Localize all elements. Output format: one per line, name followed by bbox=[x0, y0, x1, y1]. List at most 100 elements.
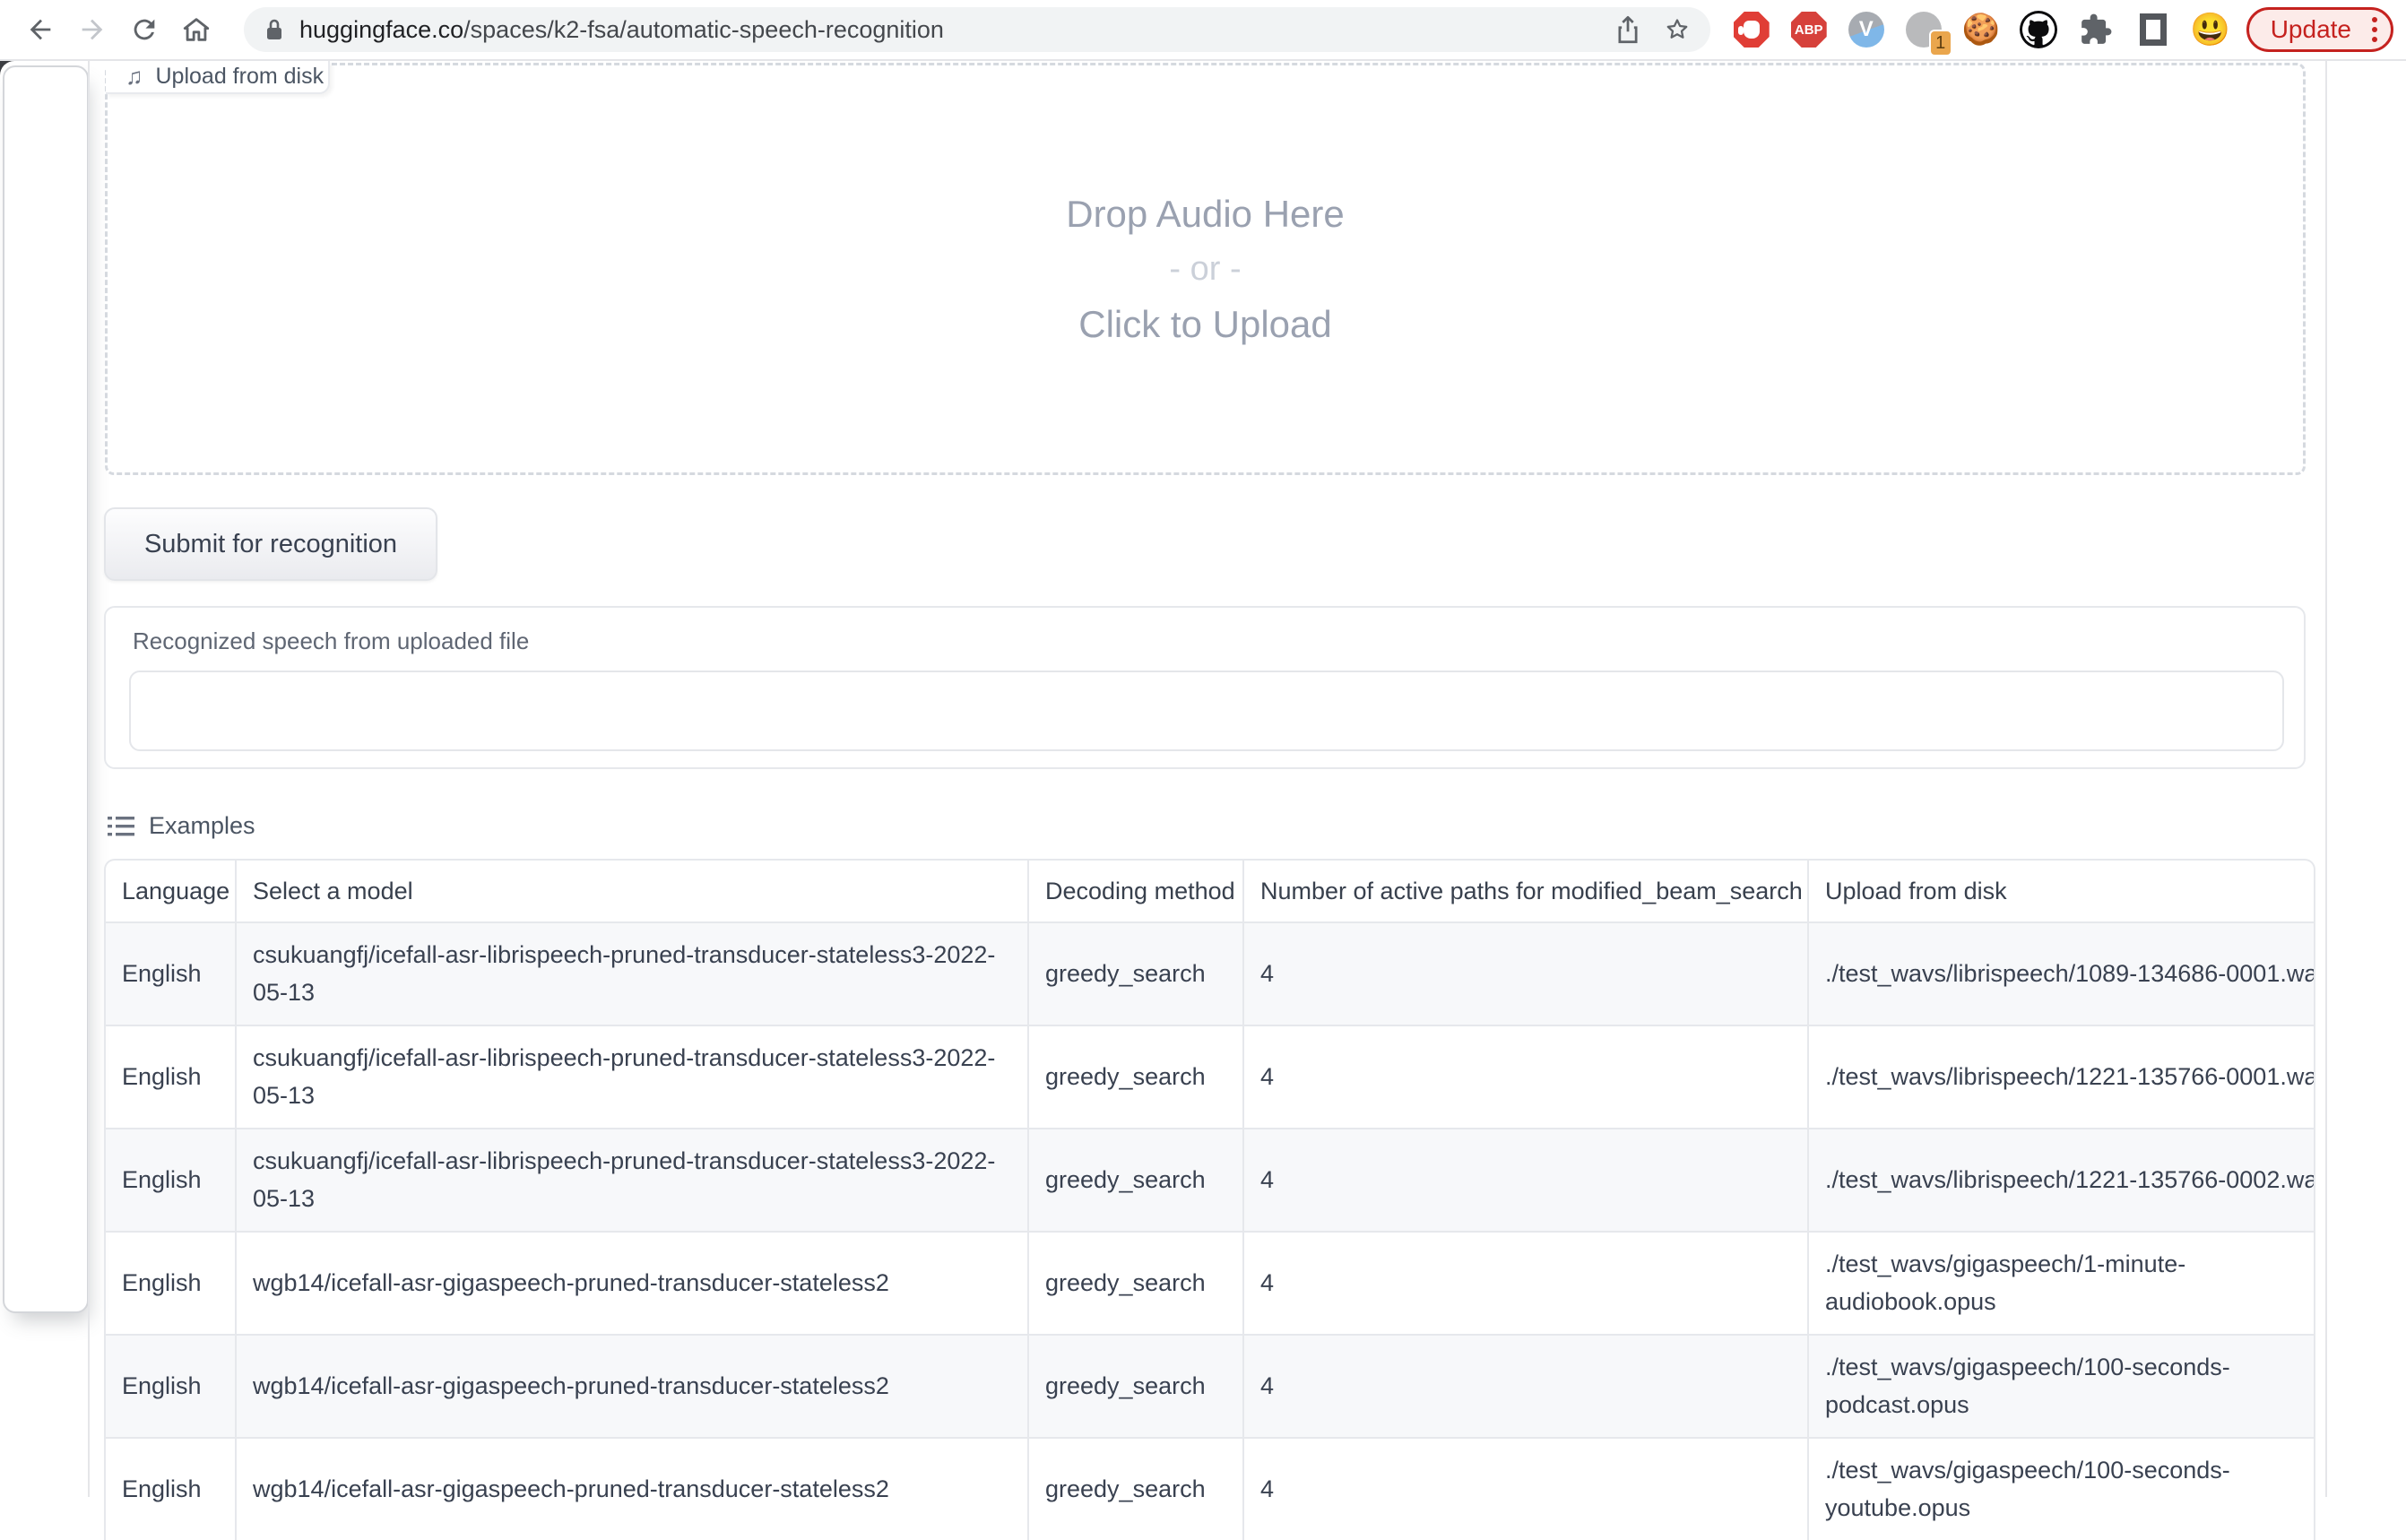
submit-label: Submit for recognition bbox=[144, 530, 397, 559]
cell-language: English bbox=[104, 1128, 237, 1231]
col-header-num-active-paths: Number of active paths for modified_beam… bbox=[1244, 859, 1809, 921]
cell-model: csukuangfj/icefall-asr-librispeech-prune… bbox=[237, 1025, 1029, 1128]
right-divider bbox=[2325, 61, 2327, 1497]
list-icon bbox=[108, 815, 134, 838]
side-panel-button[interactable] bbox=[2125, 4, 2182, 55]
cell-paths: 4 bbox=[1244, 1025, 1809, 1128]
vimium-label: V bbox=[1859, 17, 1874, 42]
browser-toolbar: huggingface.co/spaces/k2-fsa/automatic-s… bbox=[0, 0, 2406, 61]
home-button[interactable] bbox=[170, 4, 222, 55]
back-button[interactable] bbox=[14, 4, 66, 55]
examples-header: Examples bbox=[108, 812, 255, 840]
cell-file: ./test_wavs/librispeech/1221-135766-0002… bbox=[1809, 1128, 2315, 1231]
home-icon bbox=[181, 14, 212, 45]
cell-paths: 4 bbox=[1244, 1231, 1809, 1334]
extension-cookie[interactable]: 🍪 bbox=[1952, 4, 2010, 55]
cell-file: ./test_wavs/librispeech/1089-134686-0001… bbox=[1809, 921, 2315, 1025]
col-header-decoding-method: Decoding method bbox=[1029, 859, 1244, 921]
cell-model: csukuangfj/icefall-asr-librispeech-prune… bbox=[237, 1128, 1029, 1231]
cell-language: English bbox=[104, 1231, 237, 1334]
share-icon bbox=[1615, 15, 1640, 44]
extension-github[interactable] bbox=[2010, 4, 2067, 55]
dropzone-line-3: Click to Upload bbox=[1078, 303, 1331, 346]
update-menu-dots-icon[interactable] bbox=[2371, 17, 2378, 42]
cell-paths: 4 bbox=[1244, 1128, 1809, 1231]
extension-adblock-plus[interactable]: ABP bbox=[1780, 4, 1838, 55]
page-content: Drop Audio Here - or - Click to Upload ♫… bbox=[0, 61, 2406, 1497]
examples-table: Language Select a model Decoding method … bbox=[104, 859, 2315, 1540]
cell-decoding: greedy_search bbox=[1029, 1128, 1244, 1231]
gray-circle-icon: 1 bbox=[1906, 12, 1942, 48]
cell-language: English bbox=[104, 1025, 237, 1128]
address-bar[interactable]: huggingface.co/spaces/k2-fsa/automatic-s… bbox=[244, 7, 1710, 52]
tab-upload-from-disk[interactable]: ♫ Upload from disk bbox=[106, 61, 330, 94]
left-panel-edge bbox=[3, 65, 89, 1313]
extensions-menu-button[interactable] bbox=[2067, 4, 2125, 55]
cookie-icon: 🍪 bbox=[1962, 14, 2000, 45]
back-arrow-icon bbox=[25, 14, 56, 45]
col-header-language: Language bbox=[104, 859, 237, 921]
cell-model: csukuangfj/icefall-asr-librispeech-prune… bbox=[237, 921, 1029, 1025]
cell-model: wgb14/icefall-asr-gigaspeech-pruned-tran… bbox=[237, 1231, 1029, 1334]
chrome-update-button[interactable]: Update bbox=[2246, 7, 2393, 52]
github-icon bbox=[2020, 11, 2057, 48]
cell-decoding: greedy_search bbox=[1029, 1231, 1244, 1334]
recognized-speech-textbox[interactable] bbox=[129, 671, 2284, 751]
update-label: Update bbox=[2271, 15, 2351, 44]
profile-emoji-icon: 😃 bbox=[2190, 13, 2230, 46]
cell-language: English bbox=[104, 921, 237, 1025]
reload-button[interactable] bbox=[118, 4, 170, 55]
vimium-icon: V bbox=[1848, 12, 1884, 48]
puzzle-icon bbox=[2079, 13, 2113, 47]
dropzone-line-2: - or - bbox=[1169, 250, 1241, 289]
recognized-speech-label: Recognized speech from uploaded file bbox=[133, 627, 529, 655]
cell-language: English bbox=[104, 1334, 237, 1437]
example-row[interactable]: English wgb14/icefall-asr-gigaspeech-pru… bbox=[104, 1231, 2315, 1334]
profile-avatar[interactable]: 😃 bbox=[2182, 4, 2239, 55]
extension-ublock[interactable] bbox=[1723, 4, 1780, 55]
example-row[interactable]: English csukuangfj/icefall-asr-librispee… bbox=[104, 921, 2315, 1025]
submit-for-recognition-button[interactable]: Submit for recognition bbox=[104, 507, 437, 581]
cell-decoding: greedy_search bbox=[1029, 921, 1244, 1025]
extension-badge: 1 bbox=[1929, 30, 1952, 56]
examples-label: Examples bbox=[149, 812, 255, 840]
example-row[interactable]: English csukuangfj/icefall-asr-librispee… bbox=[104, 1025, 2315, 1128]
col-header-model: Select a model bbox=[237, 859, 1029, 921]
bookmark-button[interactable] bbox=[1664, 16, 1691, 43]
example-row[interactable]: English csukuangfj/icefall-asr-librispee… bbox=[104, 1128, 2315, 1231]
cell-file: ./test_wavs/gigaspeech/1-minute-audioboo… bbox=[1809, 1231, 2315, 1334]
cell-file: ./test_wavs/gigaspeech/100-seconds-podca… bbox=[1809, 1334, 2315, 1437]
left-divider bbox=[88, 61, 90, 1497]
cell-file: ./test_wavs/librispeech/1221-135766-0001… bbox=[1809, 1025, 2315, 1128]
star-icon bbox=[1664, 16, 1691, 43]
cell-paths: 4 bbox=[1244, 921, 1809, 1025]
cell-decoding: greedy_search bbox=[1029, 1025, 1244, 1128]
hand-stop-icon bbox=[1734, 12, 1770, 48]
extension-with-badge[interactable]: 1 bbox=[1895, 4, 1952, 55]
recognized-speech-card: Recognized speech from uploaded file bbox=[104, 606, 2306, 769]
col-header-upload-from-disk: Upload from disk bbox=[1809, 859, 2315, 921]
cell-model: wgb14/icefall-asr-gigaspeech-pruned-tran… bbox=[237, 1437, 1029, 1540]
audio-dropzone[interactable]: Drop Audio Here - or - Click to Upload bbox=[105, 63, 2306, 475]
side-panel-icon bbox=[2140, 13, 2167, 46]
cell-file: ./test_wavs/gigaspeech/100-seconds-youtu… bbox=[1809, 1437, 2315, 1540]
extension-vimium[interactable]: V bbox=[1838, 4, 1895, 55]
cell-paths: 4 bbox=[1244, 1334, 1809, 1437]
lock-icon bbox=[264, 17, 285, 42]
upload-tab-label: Upload from disk bbox=[156, 64, 325, 90]
examples-table-header-row: Language Select a model Decoding method … bbox=[104, 859, 2315, 921]
cell-decoding: greedy_search bbox=[1029, 1437, 1244, 1540]
share-button[interactable] bbox=[1615, 15, 1640, 44]
url-text[interactable]: huggingface.co/spaces/k2-fsa/automatic-s… bbox=[299, 16, 944, 44]
dropzone-line-1: Drop Audio Here bbox=[1066, 193, 1345, 236]
cell-paths: 4 bbox=[1244, 1437, 1809, 1540]
cell-model: wgb14/icefall-asr-gigaspeech-pruned-tran… bbox=[237, 1334, 1029, 1437]
forward-button[interactable] bbox=[66, 4, 118, 55]
abp-icon: ABP bbox=[1791, 12, 1827, 48]
reload-icon bbox=[129, 14, 160, 45]
cell-decoding: greedy_search bbox=[1029, 1334, 1244, 1437]
example-row[interactable]: English wgb14/icefall-asr-gigaspeech-pru… bbox=[104, 1437, 2315, 1540]
url-domain: huggingface.co bbox=[299, 16, 463, 43]
example-row[interactable]: English wgb14/icefall-asr-gigaspeech-pru… bbox=[104, 1334, 2315, 1437]
cell-language: English bbox=[104, 1437, 237, 1540]
